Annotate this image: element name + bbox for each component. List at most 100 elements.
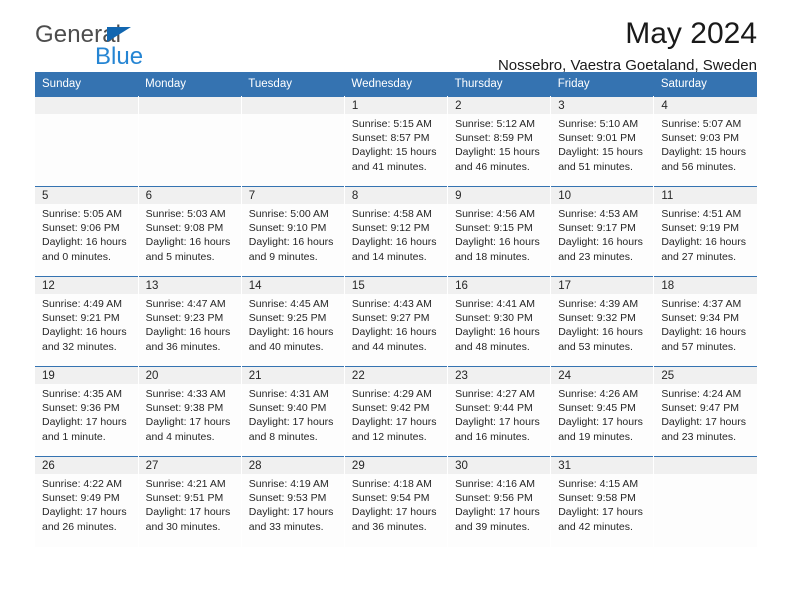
day-number: 18 [654, 277, 757, 294]
day-details: Sunrise: 4:43 AM Sunset: 9:27 PM Daylight:… [345, 294, 447, 354]
day-details: Sunrise: 4:41 AM Sunset: 9:30 PM Daylight:… [448, 294, 550, 354]
day-detail-line: Sunset: 9:49 PM [42, 492, 120, 505]
day-detail-line: and 33 minutes. [248, 520, 324, 533]
day-cell[interactable]: 14 Sunrise: 4:45 AM Sunset: 9:25 PM Dayligh… [241, 276, 345, 367]
day-cell[interactable]: 6 Sunrise: 5:03 AM Sunset: 9:08 PM Daylight… [138, 186, 242, 277]
day-detail-line: and 16 minutes. [455, 430, 530, 443]
day-details: Sunrise: 4:21 AM Sunset: 9:51 PM Daylight:… [139, 474, 241, 534]
week-row: 5 Sunrise: 5:05 AM Sunset: 9:06 PM Daylight… [35, 186, 757, 277]
day-detail-line: and 12 minutes. [351, 430, 427, 443]
day-cell[interactable]: 3 Sunrise: 5:10 AM Sunset: 9:01 PM Daylight… [550, 96, 655, 187]
day-detail-line: Sunset: 9:56 PM [455, 492, 533, 505]
week-row: 26 Sunrise: 4:22 AM Sunset: 9:49 PM Dayligh… [35, 456, 757, 547]
day-number [241, 97, 344, 114]
day-details: Sunrise: 4:56 AM Sunset: 9:15 PM Daylight:… [448, 204, 550, 264]
day-details: Sunrise: 4:16 AM Sunset: 9:56 PM Daylight:… [448, 474, 550, 534]
day-cell[interactable]: 21 Sunrise: 4:31 AM Sunset: 9:40 PM Dayligh… [241, 366, 345, 457]
day-number: 8 [344, 187, 448, 204]
day-cell[interactable]: 19 Sunrise: 4:35 AM Sunset: 9:36 PM Dayligh… [35, 366, 139, 457]
day-detail-line: and 51 minutes. [558, 160, 633, 173]
day-cell-empty [35, 96, 139, 187]
day-details: Sunrise: 4:18 AM Sunset: 9:54 PM Daylight:… [345, 474, 447, 534]
day-cell[interactable]: 28 Sunrise: 4:19 AM Sunset: 9:53 PM Dayligh… [241, 456, 345, 547]
day-detail-line: and 56 minutes. [661, 160, 737, 173]
day-cell[interactable]: 1 Sunrise: 5:15 AM Sunset: 8:57 PM Daylight… [344, 96, 449, 187]
day-number: 24 [551, 367, 654, 384]
day-details: Sunrise: 4:27 AM Sunset: 9:44 PM Daylight:… [448, 384, 550, 444]
day-cell[interactable]: 24 Sunrise: 4:26 AM Sunset: 9:45 PM Dayligh… [550, 366, 655, 457]
day-details: Sunrise: 4:31 AM Sunset: 9:40 PM Daylight:… [242, 384, 344, 444]
day-number: 7 [241, 187, 344, 204]
day-detail-line: Daylight: 17 hours [558, 506, 643, 519]
day-number: 25 [654, 367, 757, 384]
day-cell[interactable]: 27 Sunrise: 4:21 AM Sunset: 9:51 PM Dayligh… [138, 456, 242, 547]
day-cell[interactable]: 25 Sunrise: 4:24 AM Sunset: 9:47 PM Dayligh… [653, 366, 757, 457]
day-detail-line: and 32 minutes. [42, 340, 117, 353]
day-cell[interactable]: 12 Sunrise: 4:49 AM Sunset: 9:21 PM Dayligh… [35, 276, 139, 367]
weekday-header-tuesday: Tuesday [241, 72, 345, 97]
day-detail-line: and 42 minutes. [558, 520, 633, 533]
day-number: 30 [448, 457, 551, 474]
day-cell[interactable]: 7 Sunrise: 5:00 AM Sunset: 9:10 PM Daylight… [241, 186, 345, 277]
day-detail-line: and 23 minutes. [558, 250, 633, 263]
day-details: Sunrise: 4:51 AM Sunset: 9:19 PM Daylight:… [654, 204, 757, 264]
day-detail-line: Sunrise: 4:24 AM [661, 388, 742, 400]
day-cell[interactable]: 22 Sunrise: 4:29 AM Sunset: 9:42 PM Dayligh… [344, 366, 449, 457]
day-detail-line: Sunrise: 4:45 AM [248, 298, 329, 310]
day-cell[interactable]: 20 Sunrise: 4:33 AM Sunset: 9:38 PM Dayligh… [138, 366, 242, 457]
day-cell[interactable]: 18 Sunrise: 4:37 AM Sunset: 9:34 PM Dayligh… [653, 276, 757, 367]
day-cell[interactable]: 5 Sunrise: 5:05 AM Sunset: 9:06 PM Daylight… [35, 186, 139, 277]
day-detail-line: Sunrise: 4:35 AM [42, 388, 122, 400]
day-cell[interactable]: 9 Sunrise: 4:56 AM Sunset: 9:15 PM Daylight… [447, 186, 552, 277]
day-number: 11 [654, 187, 757, 204]
calendar-page: General Blue May 2024 Nossebro, Vaestra … [0, 0, 792, 612]
day-detail-line: Sunset: 9:53 PM [248, 492, 327, 505]
day-number: 6 [138, 187, 241, 204]
day-cell[interactable]: 8 Sunrise: 4:58 AM Sunset: 9:12 PM Daylight… [344, 186, 449, 277]
day-cell[interactable]: 30 Sunrise: 4:16 AM Sunset: 9:56 PM Dayligh… [447, 456, 552, 547]
day-detail-line: Daylight: 16 hours [248, 236, 334, 249]
day-detail-line: Sunset: 9:54 PM [351, 492, 430, 505]
day-cell[interactable]: 26 Sunrise: 4:22 AM Sunset: 9:49 PM Dayligh… [35, 456, 139, 547]
day-cell[interactable]: 16 Sunrise: 4:41 AM Sunset: 9:30 PM Dayligh… [447, 276, 552, 367]
day-detail-line: Daylight: 16 hours [42, 326, 127, 339]
day-detail-line: and 41 minutes. [351, 160, 427, 173]
day-detail-line: Daylight: 16 hours [351, 326, 437, 339]
day-number: 16 [448, 277, 551, 294]
day-number: 17 [551, 277, 654, 294]
day-detail-line: Sunrise: 4:43 AM [351, 298, 432, 310]
week-row: 1 Sunrise: 5:15 AM Sunset: 8:57 PM Daylight… [35, 96, 757, 187]
day-cell[interactable]: 2 Sunrise: 5:12 AM Sunset: 8:59 PM Daylight… [447, 96, 552, 187]
day-cell[interactable]: 10 Sunrise: 4:53 AM Sunset: 9:17 PM Dayligh… [550, 186, 655, 277]
day-detail-line: and 36 minutes. [145, 340, 221, 353]
day-cell[interactable]: 15 Sunrise: 4:43 AM Sunset: 9:27 PM Dayligh… [344, 276, 449, 367]
triangle-icon [107, 27, 131, 42]
day-cell[interactable]: 29 Sunrise: 4:18 AM Sunset: 9:54 PM Dayligh… [344, 456, 449, 547]
day-cell[interactable]: 23 Sunrise: 4:27 AM Sunset: 9:44 PM Dayligh… [447, 366, 552, 457]
day-details: Sunrise: 4:47 AM Sunset: 9:23 PM Daylight:… [139, 294, 241, 354]
day-cell-empty [138, 96, 242, 187]
general-blue-logo[interactable]: General Blue [35, 22, 295, 74]
day-cell[interactable]: 31 Sunrise: 4:15 AM Sunset: 9:58 PM Dayligh… [550, 456, 655, 547]
day-detail-line: Sunset: 9:21 PM [42, 312, 120, 325]
day-detail-line: Sunrise: 4:26 AM [558, 388, 639, 400]
day-detail-line: Sunset: 9:25 PM [248, 312, 327, 325]
day-number: 1 [344, 97, 448, 114]
day-cell[interactable]: 13 Sunrise: 4:47 AM Sunset: 9:23 PM Dayligh… [138, 276, 242, 367]
day-cell[interactable]: 17 Sunrise: 4:39 AM Sunset: 9:32 PM Dayligh… [550, 276, 655, 367]
day-number: 5 [35, 187, 138, 204]
day-detail-line: Sunset: 9:32 PM [558, 312, 636, 325]
day-detail-line: Sunset: 8:57 PM [351, 132, 430, 145]
day-detail-line: Daylight: 17 hours [351, 506, 437, 519]
day-detail-line: and 8 minutes. [248, 430, 318, 443]
day-detail-line: Sunset: 9:15 PM [455, 222, 533, 235]
day-detail-line: Sunrise: 4:18 AM [351, 478, 432, 490]
day-detail-line: Daylight: 17 hours [455, 506, 540, 519]
sunrise-sunset-calendar: Sunday Monday Tuesday Wednesday Thursday Frid… [35, 72, 757, 547]
day-cell[interactable]: 4 Sunrise: 5:07 AM Sunset: 9:03 PM Daylight… [653, 96, 757, 187]
day-number: 4 [654, 97, 757, 114]
day-number: 26 [35, 457, 138, 474]
day-number: 21 [241, 367, 344, 384]
day-cell[interactable]: 11 Sunrise: 4:51 AM Sunset: 9:19 PM Dayligh… [653, 186, 757, 277]
day-detail-line: Daylight: 17 hours [145, 506, 231, 519]
